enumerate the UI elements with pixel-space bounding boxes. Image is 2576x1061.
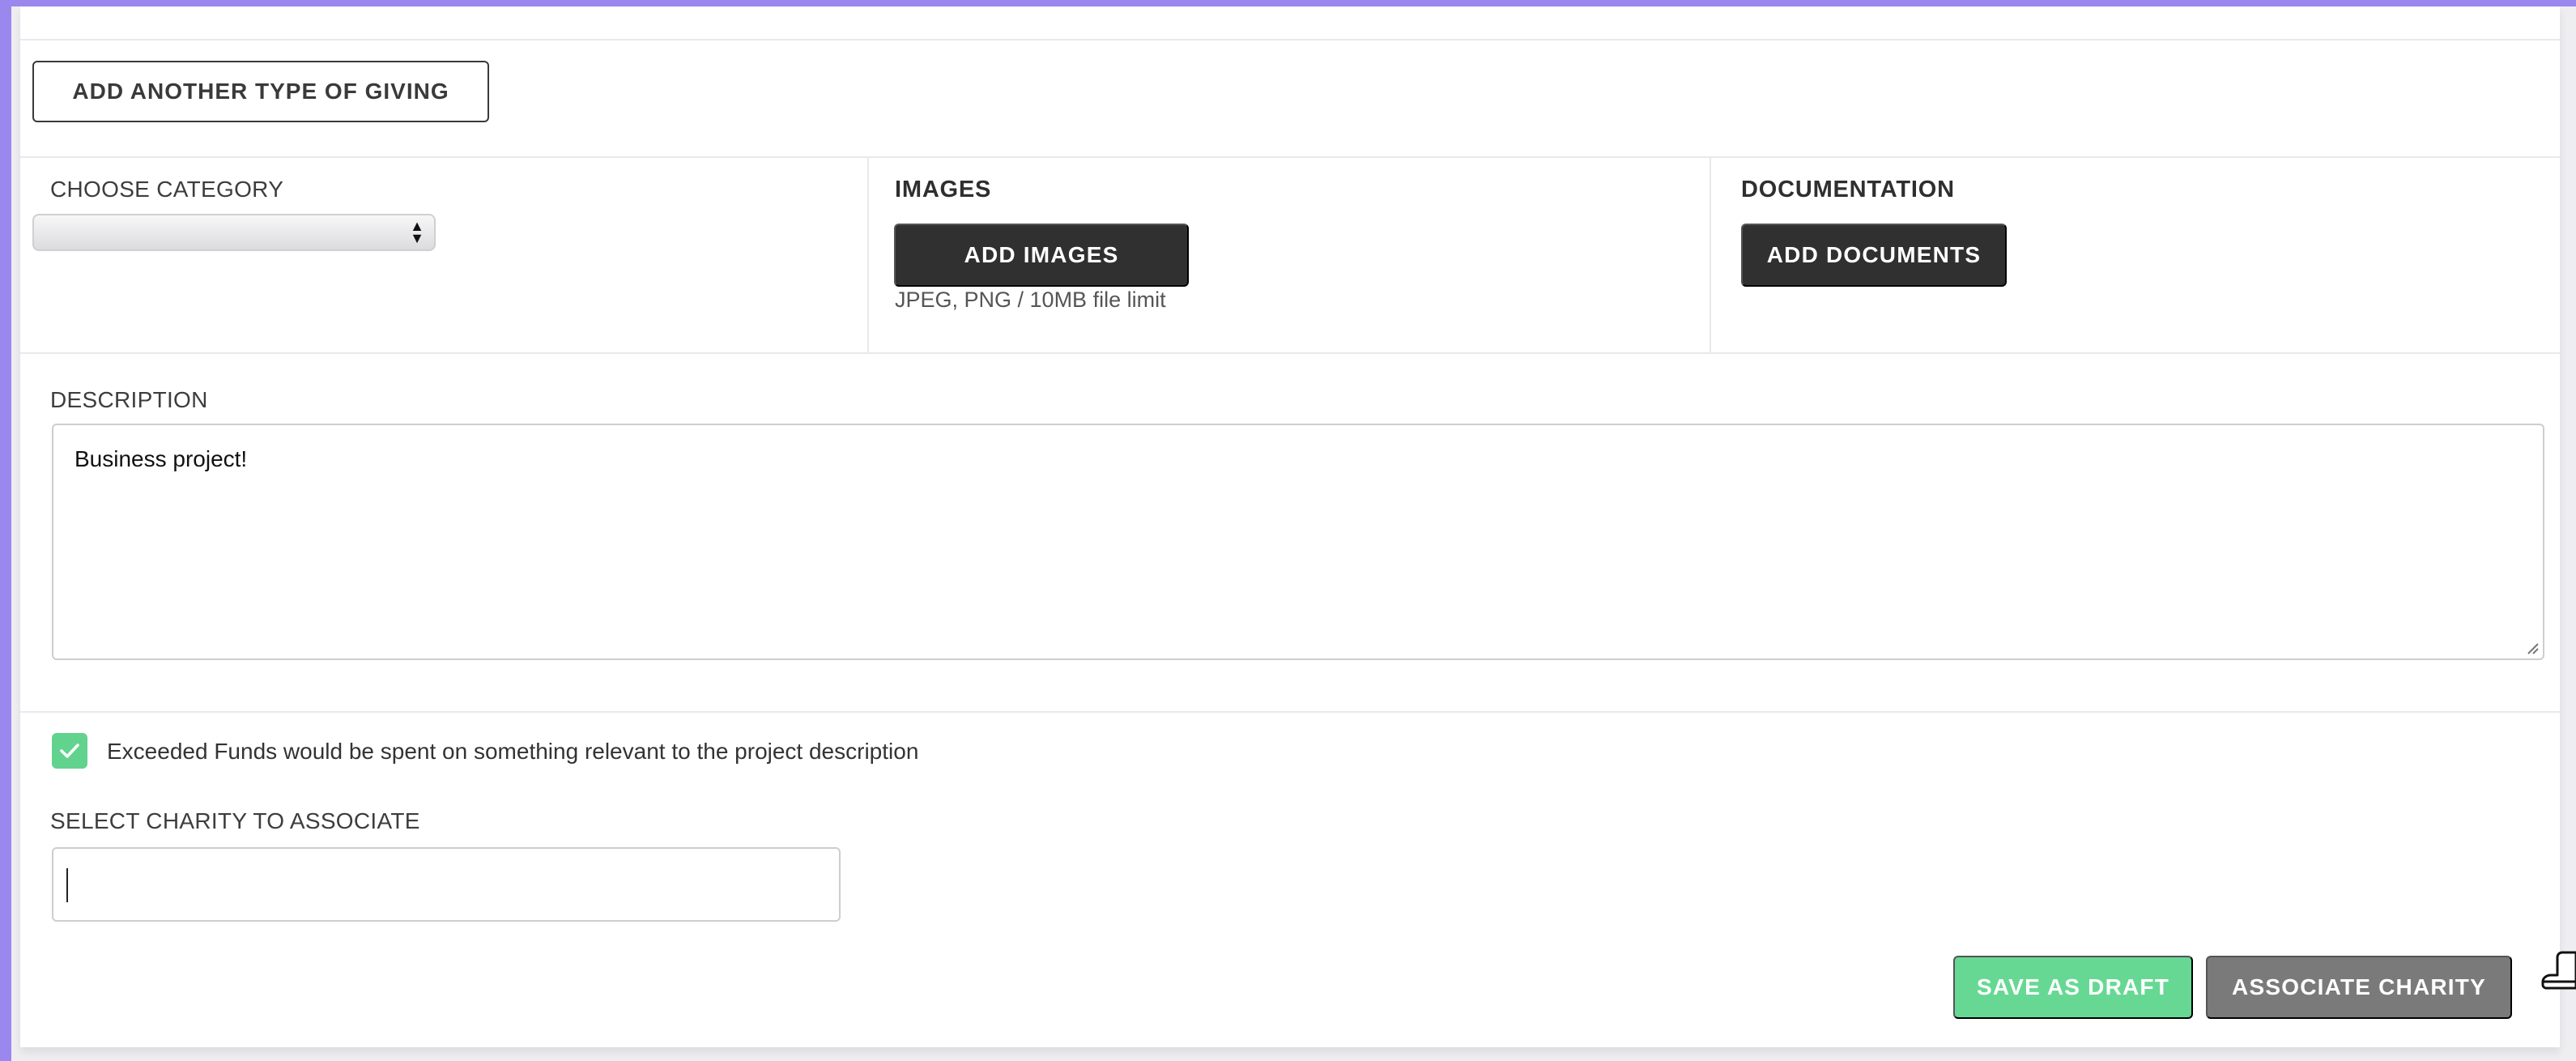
exceeded-funds-label: Exceeded Funds would be spent on somethi… <box>107 739 919 764</box>
divider <box>20 711 2560 713</box>
select-arrows-icon: ▲ ▼ <box>410 218 424 246</box>
category-select[interactable]: ▲ ▼ <box>32 214 436 251</box>
resize-grip-icon[interactable] <box>2523 639 2540 655</box>
divider <box>867 156 869 352</box>
text-caret <box>66 868 68 902</box>
charity-search-input[interactable] <box>52 847 841 922</box>
choose-category-label: CHOOSE CATEGORY <box>50 177 284 202</box>
description-label: DESCRIPTION <box>50 387 208 412</box>
description-textarea[interactable]: Business project! <box>52 424 2544 660</box>
select-charity-label: SELECT CHARITY TO ASSOCIATE <box>50 808 420 833</box>
window-frame-top <box>0 0 2576 6</box>
divider <box>20 352 2560 354</box>
documentation-heading: DOCUMENTATION <box>1741 177 1955 202</box>
exceeded-funds-checkbox[interactable] <box>52 733 87 769</box>
add-another-giving-button[interactable]: ADD ANOTHER TYPE OF GIVING <box>32 61 489 122</box>
associate-charity-button[interactable]: ASSOCIATE CHARITY <box>2206 956 2512 1019</box>
save-as-draft-button[interactable]: SAVE AS DRAFT <box>1953 956 2193 1019</box>
checkmark-icon <box>60 744 79 758</box>
images-heading: IMAGES <box>895 177 992 202</box>
divider <box>20 39 2560 40</box>
description-text: Business project! <box>75 446 248 471</box>
images-file-hint: JPEG, PNG / 10MB file limit <box>895 288 1166 312</box>
window-frame-left <box>0 0 11 1061</box>
divider <box>1710 156 1711 352</box>
add-documents-button[interactable]: ADD DOCUMENTS <box>1741 224 2007 287</box>
divider <box>20 156 2560 158</box>
add-images-button[interactable]: ADD IMAGES <box>894 224 1189 287</box>
hand-pointer-icon <box>2541 951 2576 990</box>
